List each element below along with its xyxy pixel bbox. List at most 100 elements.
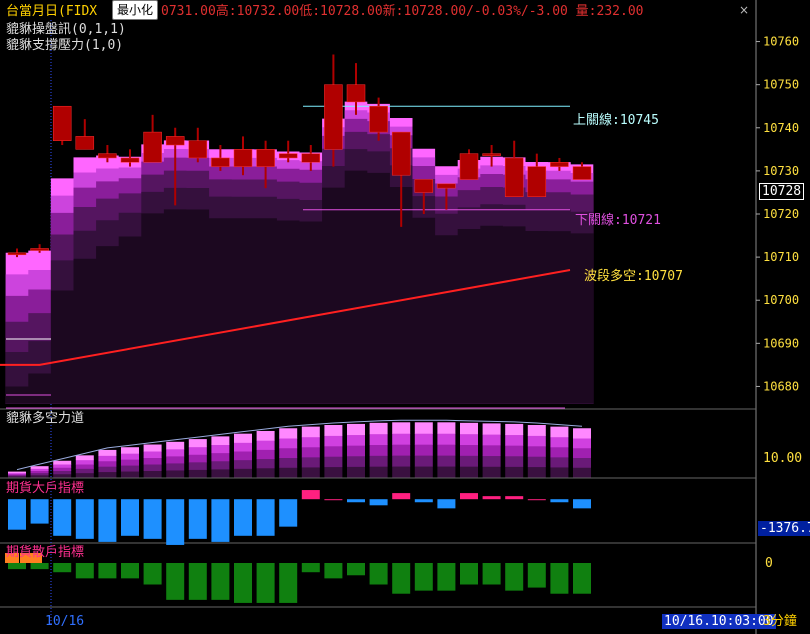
- power-bar: [505, 423, 524, 436]
- chart-window: 10760 10750 10740 10730 10720 10710 10700 10690…: [0, 0, 810, 634]
- power-bar: [143, 464, 162, 471]
- power-bar: [234, 451, 252, 461]
- y-tick-label: 10760: [763, 35, 799, 49]
- big-trader-bar: [460, 493, 478, 500]
- big-trader-bar: [256, 499, 275, 536]
- power-bar: [550, 436, 569, 448]
- power-panel-title: 貔貅多空力道: [6, 411, 85, 426]
- big-trader-bar: [75, 499, 94, 539]
- power-bar: [279, 447, 298, 458]
- small-trader-bar: [234, 563, 252, 603]
- power-bar: [301, 436, 320, 448]
- power-bar: [166, 441, 185, 450]
- power-bar: [505, 434, 524, 446]
- power-bar: [505, 445, 524, 457]
- small-trader-bar: [8, 563, 26, 570]
- close-icon[interactable]: ×: [739, 3, 749, 17]
- power-bar: [121, 447, 139, 454]
- candle-body: [346, 84, 366, 103]
- chart-canvas: 10760 10750 10740 10730 10720 10710 10700 10690…: [0, 0, 799, 634]
- candle-body: [52, 105, 72, 141]
- power-bar: [460, 444, 478, 456]
- indicator-label-1: 貔貅操盤訊(0,1,1): [6, 22, 126, 37]
- power-bar: [347, 466, 365, 478]
- big-trader-bar: [482, 496, 501, 500]
- power-bar: [211, 436, 230, 445]
- power-bar: [392, 444, 411, 456]
- power-bar: [527, 445, 546, 457]
- power-bar: [75, 459, 94, 465]
- power-bar: [550, 456, 569, 468]
- power-bar: [550, 426, 569, 438]
- big-trader-bar: [30, 499, 49, 524]
- candle-body: [256, 149, 275, 167]
- power-bar: [347, 434, 365, 446]
- big-trader-bar: [301, 490, 320, 500]
- power-bar: [482, 423, 501, 435]
- candle-body: [211, 157, 230, 167]
- period-label[interactable]: 3分鐘: [763, 614, 797, 629]
- power-bar: [392, 455, 411, 467]
- power-bar: [279, 457, 298, 468]
- power-bar: [573, 457, 591, 468]
- candle-body: [504, 157, 524, 198]
- candle-body: [527, 166, 547, 198]
- power-bar: [234, 442, 252, 452]
- indicator-label-2: 貔貅支撐壓力(1,0): [6, 38, 124, 53]
- power-bar: [392, 433, 411, 445]
- power-bar: [53, 460, 72, 465]
- small-trader-bar: [301, 563, 320, 573]
- power-bar: [414, 433, 433, 445]
- power-bar: [75, 464, 94, 469]
- y-tick-label: 10680: [763, 379, 799, 393]
- wave-line-label: 波段多空:10707: [584, 269, 683, 284]
- big-trader-bar: [573, 499, 591, 509]
- y-tick-label: 10710: [763, 250, 799, 264]
- power-bar: [482, 444, 501, 457]
- power-bar: [211, 452, 230, 462]
- big-trader-bar: [550, 499, 569, 503]
- candle-body: [572, 166, 592, 180]
- power-bar: [482, 455, 501, 467]
- big-trader-bar: [188, 499, 207, 539]
- big-trader-bar: [347, 499, 365, 503]
- small-trader-title: 期貨散戶指標: [6, 545, 85, 560]
- big-trader-bar: [414, 499, 433, 503]
- current-price-badge: 10728: [759, 183, 805, 200]
- power-bar: [414, 455, 433, 467]
- big-trader-title: 期貨大戶指標: [6, 481, 85, 496]
- candle-body: [550, 162, 569, 167]
- power-bar: [166, 462, 185, 471]
- candle-body: [459, 153, 479, 180]
- power-bar: [482, 434, 501, 446]
- power-bar: [347, 455, 365, 467]
- power-bar: [573, 428, 591, 439]
- small-trader-bar: [279, 563, 298, 603]
- power-bar: [460, 422, 478, 435]
- power-bar: [324, 425, 343, 436]
- power-bar: [369, 433, 388, 445]
- small-trader-bar: [324, 563, 343, 579]
- power-bar: [324, 435, 343, 447]
- power-bar: [121, 465, 139, 472]
- y-tick-label: 10720: [763, 207, 799, 221]
- small-trader-bar: [166, 563, 185, 600]
- power-bar: [437, 433, 456, 445]
- power-bar: [98, 449, 117, 456]
- power-bar: [166, 455, 185, 464]
- small-trader-bar: [527, 563, 546, 588]
- power-bar: [527, 466, 546, 478]
- power-bar: [369, 466, 388, 478]
- power-bar: [414, 444, 433, 456]
- power-bar: [188, 446, 207, 455]
- power-bar: [460, 455, 478, 467]
- date-label: 10/16: [45, 614, 85, 629]
- power-bar: [324, 456, 343, 468]
- big-trader-bar: [505, 496, 524, 500]
- power-bar: [143, 470, 162, 478]
- small-trader-bar: [188, 563, 207, 600]
- power-bar: [347, 445, 365, 457]
- small-trader-bar: [143, 563, 162, 585]
- candle-body: [369, 105, 388, 133]
- power-bar: [143, 451, 162, 458]
